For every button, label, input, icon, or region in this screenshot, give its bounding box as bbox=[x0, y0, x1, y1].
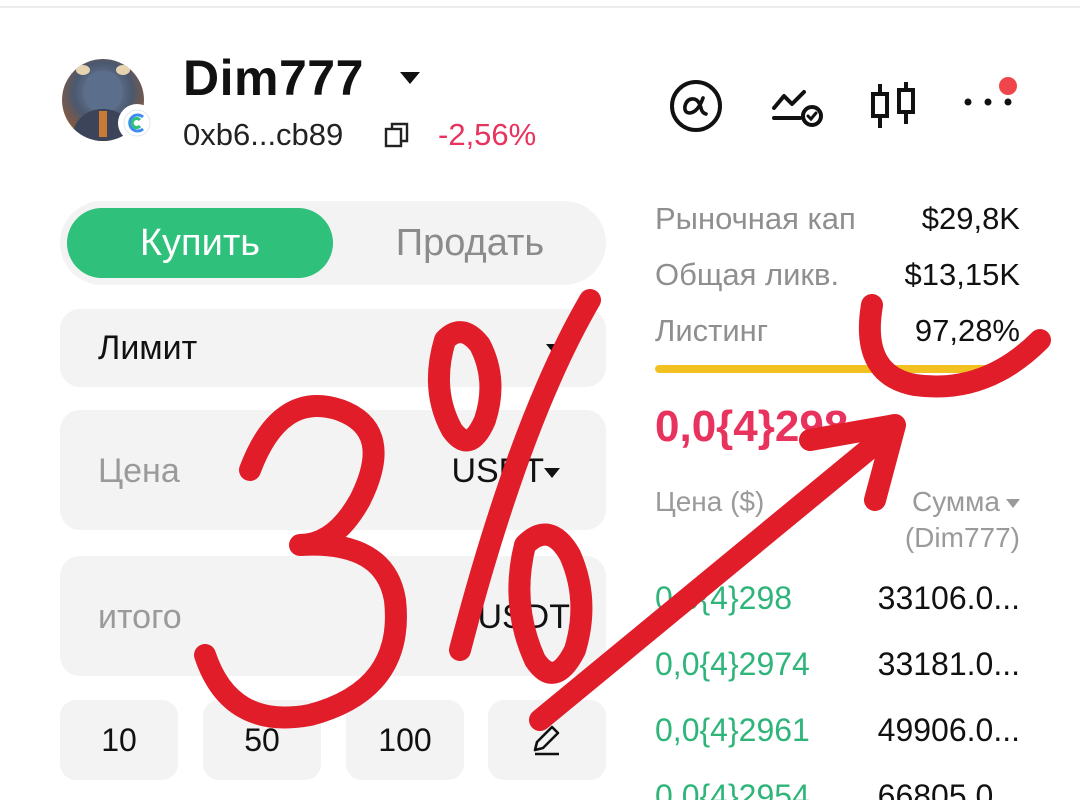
orderbook-row[interactable]: 0,0{4}2974 33181.0... bbox=[655, 634, 1020, 694]
top-divider bbox=[0, 6, 1080, 8]
listing-progress-fill bbox=[655, 365, 1011, 373]
market-cap-value: $29,8K bbox=[921, 201, 1020, 236]
amount-chip[interactable]: 100 bbox=[346, 700, 464, 780]
orderbook-row[interactable]: 0,0{4}298 33106.0... bbox=[655, 568, 1020, 628]
avatar-horn bbox=[116, 65, 130, 75]
orderbook-amount: 66805.0... bbox=[877, 778, 1020, 800]
copy-icon[interactable] bbox=[383, 121, 411, 149]
edit-icon bbox=[533, 725, 560, 756]
order-type-select[interactable]: Лимит bbox=[60, 309, 606, 387]
avatar-tie bbox=[99, 111, 107, 137]
token-name[interactable]: Dim777 bbox=[183, 50, 364, 106]
orderbook-price: 0,0{4}2961 bbox=[655, 712, 810, 748]
listing-progress-bar bbox=[655, 365, 1020, 373]
amount-chip[interactable]: 10 bbox=[60, 700, 178, 780]
orderbook-price: 0,0{4}2974 bbox=[655, 646, 810, 682]
orderbook-row[interactable]: 0,0{4}2961 49906.0... bbox=[655, 700, 1020, 760]
total-unit: USDT bbox=[477, 598, 570, 636]
token-dropdown-icon[interactable] bbox=[400, 72, 420, 84]
notification-dot bbox=[999, 77, 1017, 95]
chevron-down-icon bbox=[546, 344, 562, 354]
orderbook-price: 0,0{4}2954 bbox=[655, 778, 810, 800]
trend-icon[interactable] bbox=[770, 78, 826, 134]
liquidity-label: Общая ликв. bbox=[655, 257, 840, 292]
market-cap-label: Рыночная кап bbox=[655, 201, 856, 236]
token-address: 0xb6...cb89 bbox=[183, 117, 344, 152]
amount-chip[interactable]: 50 bbox=[203, 700, 321, 780]
orderbook-amount: 49906.0... bbox=[877, 712, 1020, 748]
orderbook-price-header: Цена ($) bbox=[655, 486, 765, 517]
avatar-horn bbox=[76, 65, 90, 75]
price-input[interactable]: Цена USDT bbox=[60, 410, 606, 530]
sort-caret-icon[interactable] bbox=[1006, 499, 1020, 509]
edit-chips-button[interactable] bbox=[488, 700, 606, 780]
orderbook-amount: 33106.0... bbox=[877, 580, 1020, 616]
order-type-label: Лимит bbox=[98, 329, 198, 367]
total-placeholder: итого bbox=[98, 598, 182, 636]
chain-badge-icon bbox=[118, 104, 156, 142]
orderbook-price: 0,0{4}298 bbox=[655, 580, 793, 616]
price-change: -2,56% bbox=[438, 117, 537, 152]
candles-icon[interactable] bbox=[866, 78, 922, 134]
orderbook-amount: 33181.0... bbox=[877, 646, 1020, 682]
orderbook-amount-header[interactable]: Сумма (Dim777) bbox=[850, 484, 1020, 556]
price-unit[interactable]: USDT bbox=[451, 452, 544, 491]
liquidity-value: $13,15K bbox=[904, 257, 1021, 292]
price-placeholder: Цена bbox=[98, 452, 180, 490]
chevron-down-icon[interactable] bbox=[544, 468, 560, 478]
total-input[interactable]: итого USDT bbox=[60, 556, 606, 676]
orderbook-row[interactable]: 0,0{4}2954 66805.0... bbox=[655, 766, 1020, 800]
avatar-head bbox=[84, 71, 122, 111]
sell-tab[interactable]: Продать bbox=[340, 208, 600, 278]
at-icon[interactable] bbox=[668, 78, 724, 134]
listing-value: 97,28% bbox=[914, 313, 1020, 348]
listing-label: Листинг bbox=[655, 313, 769, 348]
buy-tab[interactable]: Купить bbox=[67, 208, 333, 278]
last-price: 0,0{4}298 bbox=[655, 402, 849, 451]
orderbook-amount-header-label: Сумма (Dim777) bbox=[904, 486, 1020, 553]
